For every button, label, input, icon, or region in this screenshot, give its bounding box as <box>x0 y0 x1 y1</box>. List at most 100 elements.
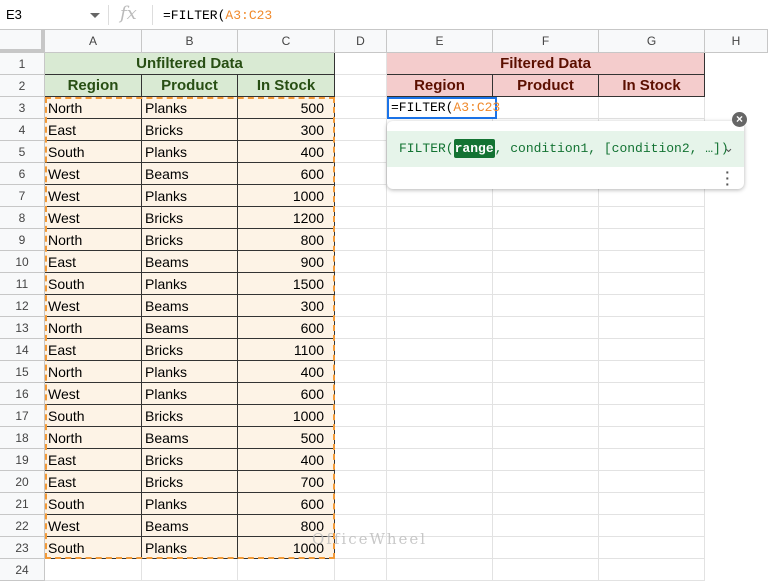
column-header-c[interactable]: C <box>238 30 335 53</box>
cell[interactable] <box>493 449 599 471</box>
cell[interactable] <box>493 493 599 515</box>
table-cell[interactable]: East <box>45 339 142 361</box>
table-cell[interactable]: Beams <box>142 317 238 339</box>
unfiltered-title[interactable]: Unfiltered Data <box>45 53 335 75</box>
cell[interactable] <box>493 273 599 295</box>
cell[interactable] <box>335 163 387 185</box>
cell[interactable] <box>335 229 387 251</box>
column-header-h[interactable]: H <box>705 30 768 53</box>
row-header-9[interactable]: 9 <box>0 229 45 251</box>
table-cell[interactable]: Bricks <box>142 339 238 361</box>
cell[interactable] <box>335 427 387 449</box>
cell[interactable] <box>493 515 599 537</box>
table-cell[interactable]: East <box>45 449 142 471</box>
row-header-10[interactable]: 10 <box>0 251 45 273</box>
table-cell[interactable]: Planks <box>142 383 238 405</box>
cell[interactable] <box>493 207 599 229</box>
filtered-header[interactable]: In Stock <box>599 75 705 97</box>
cell[interactable] <box>493 251 599 273</box>
table-cell[interactable]: North <box>45 97 142 119</box>
cell[interactable] <box>599 471 705 493</box>
unfiltered-header[interactable]: In Stock <box>238 75 335 97</box>
table-cell[interactable]: Bricks <box>142 405 238 427</box>
cell[interactable] <box>335 449 387 471</box>
cell[interactable] <box>599 515 705 537</box>
table-cell[interactable]: North <box>45 361 142 383</box>
table-cell[interactable]: North <box>45 229 142 251</box>
cell[interactable] <box>335 317 387 339</box>
cell[interactable] <box>387 493 493 515</box>
table-cell[interactable]: 1200 <box>238 207 335 229</box>
row-header-14[interactable]: 14 <box>0 339 45 361</box>
row-header-4[interactable]: 4 <box>0 119 45 141</box>
cell[interactable] <box>599 405 705 427</box>
formula-input[interactable]: =FILTER(A3:C23 <box>163 8 272 23</box>
cell[interactable] <box>387 405 493 427</box>
row-header-21[interactable]: 21 <box>0 493 45 515</box>
cell[interactable] <box>335 53 387 75</box>
row-header-5[interactable]: 5 <box>0 141 45 163</box>
name-box-dropdown-icon[interactable] <box>90 13 100 18</box>
cell[interactable] <box>335 383 387 405</box>
cell[interactable] <box>599 361 705 383</box>
table-cell[interactable]: Planks <box>142 185 238 207</box>
table-cell[interactable]: 900 <box>238 251 335 273</box>
row-header-19[interactable]: 19 <box>0 449 45 471</box>
cell[interactable] <box>599 251 705 273</box>
cell[interactable] <box>493 383 599 405</box>
cell[interactable] <box>599 493 705 515</box>
cell[interactable] <box>493 229 599 251</box>
cell[interactable] <box>599 295 705 317</box>
cell[interactable] <box>387 383 493 405</box>
row-header-16[interactable]: 16 <box>0 383 45 405</box>
table-cell[interactable]: Planks <box>142 361 238 383</box>
cell[interactable] <box>335 295 387 317</box>
cell[interactable] <box>387 229 493 251</box>
table-cell[interactable]: South <box>45 493 142 515</box>
table-cell[interactable]: South <box>45 273 142 295</box>
cell[interactable] <box>599 207 705 229</box>
row-header-18[interactable]: 18 <box>0 427 45 449</box>
table-cell[interactable]: 800 <box>238 229 335 251</box>
table-cell[interactable]: 400 <box>238 449 335 471</box>
cell[interactable] <box>335 119 387 141</box>
filtered-header[interactable]: Region <box>387 75 493 97</box>
table-cell[interactable]: Beams <box>142 163 238 185</box>
table-cell[interactable]: 1000 <box>238 405 335 427</box>
filtered-header[interactable]: Product <box>493 75 599 97</box>
cell[interactable] <box>493 317 599 339</box>
table-cell[interactable]: 600 <box>238 163 335 185</box>
table-cell[interactable]: North <box>45 427 142 449</box>
table-cell[interactable]: 300 <box>238 295 335 317</box>
table-cell[interactable]: Planks <box>142 273 238 295</box>
cell[interactable] <box>493 471 599 493</box>
cell[interactable] <box>493 97 599 119</box>
cell[interactable] <box>599 229 705 251</box>
table-cell[interactable]: Planks <box>142 493 238 515</box>
cell[interactable] <box>599 97 705 119</box>
table-cell[interactable]: 400 <box>238 361 335 383</box>
table-cell[interactable]: 300 <box>238 119 335 141</box>
cell[interactable] <box>335 141 387 163</box>
column-header-a[interactable]: A <box>45 30 142 53</box>
table-cell[interactable]: 500 <box>238 97 335 119</box>
column-header-b[interactable]: B <box>142 30 238 53</box>
table-cell[interactable]: East <box>45 471 142 493</box>
row-header-1[interactable]: 1 <box>0 53 45 75</box>
table-cell[interactable]: South <box>45 537 142 559</box>
cell[interactable] <box>599 339 705 361</box>
table-cell[interactable]: 400 <box>238 141 335 163</box>
table-cell[interactable]: Beams <box>142 251 238 273</box>
table-cell[interactable]: Bricks <box>142 471 238 493</box>
cell[interactable] <box>387 361 493 383</box>
table-cell[interactable]: 600 <box>238 317 335 339</box>
table-cell[interactable]: West <box>45 295 142 317</box>
column-header-e[interactable]: E <box>387 30 493 53</box>
function-signature[interactable]: FILTER(range, condition1, [condition2, …… <box>387 131 744 167</box>
cell[interactable] <box>387 251 493 273</box>
table-cell[interactable]: West <box>45 515 142 537</box>
row-header-12[interactable]: 12 <box>0 295 45 317</box>
cell[interactable] <box>599 449 705 471</box>
cell[interactable] <box>599 427 705 449</box>
table-cell[interactable]: North <box>45 317 142 339</box>
